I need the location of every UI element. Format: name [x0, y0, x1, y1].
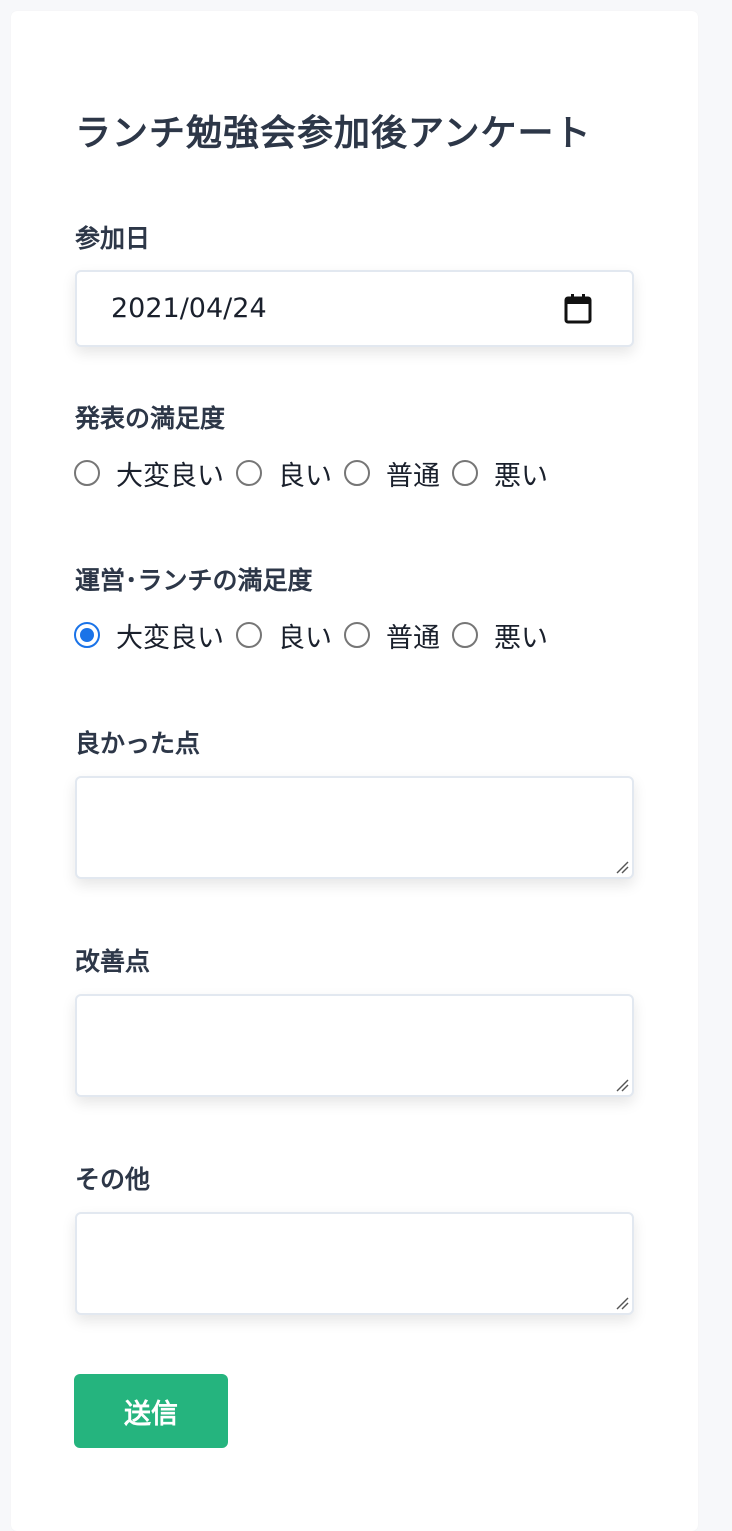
other-textarea[interactable] [75, 1212, 634, 1315]
presentation-radio-very-good[interactable] [74, 460, 100, 486]
date-input[interactable]: 2021/04/24 [75, 270, 634, 347]
calendar-icon[interactable] [564, 294, 592, 324]
good-points-label: 良かった点 [75, 729, 201, 758]
presentation-radio-good[interactable] [236, 460, 262, 486]
operation-radio-bad[interactable] [452, 622, 478, 648]
good-points-textarea[interactable] [75, 776, 634, 879]
submit-button[interactable]: 送信 [74, 1374, 228, 1448]
operation-option-very-good: 大変良い [116, 622, 224, 654]
other-label: その他 [75, 1165, 151, 1194]
survey-card: ランチ勉強会参加後アンケート 参加日 2021/04/24 発表の満足度 大変良… [11, 11, 698, 1531]
presentation-option-average: 普通 [386, 460, 440, 492]
presentation-satisfaction-label: 発表の満足度 [75, 404, 226, 433]
operation-radio-good[interactable] [236, 622, 262, 648]
presentation-option-bad: 悪い [494, 460, 548, 492]
improvements-textarea[interactable] [75, 994, 634, 1097]
presentation-radio-average[interactable] [344, 460, 370, 486]
resize-handle-icon[interactable] [615, 860, 629, 874]
operation-radio-very-good[interactable] [74, 622, 100, 648]
page-title: ランチ勉強会参加後アンケート [75, 113, 592, 154]
operation-radio-average[interactable] [344, 622, 370, 648]
resize-handle-icon[interactable] [615, 1078, 629, 1092]
operation-satisfaction-label: 運営･ランチの満足度 [75, 566, 313, 595]
resize-handle-icon[interactable] [615, 1296, 629, 1310]
operation-option-bad: 悪い [494, 622, 548, 654]
presentation-satisfaction-group: 大変良い 良い 普通 悪い [74, 453, 560, 493]
date-value: 2021/04/24 [111, 293, 267, 324]
improvements-label: 改善点 [75, 947, 151, 976]
operation-option-good: 良い [278, 622, 332, 654]
presentation-radio-bad[interactable] [452, 460, 478, 486]
date-label: 参加日 [75, 224, 151, 253]
presentation-option-very-good: 大変良い [116, 460, 224, 492]
operation-satisfaction-group: 大変良い 良い 普通 悪い [74, 615, 560, 655]
operation-option-average: 普通 [386, 622, 440, 654]
presentation-option-good: 良い [278, 460, 332, 492]
